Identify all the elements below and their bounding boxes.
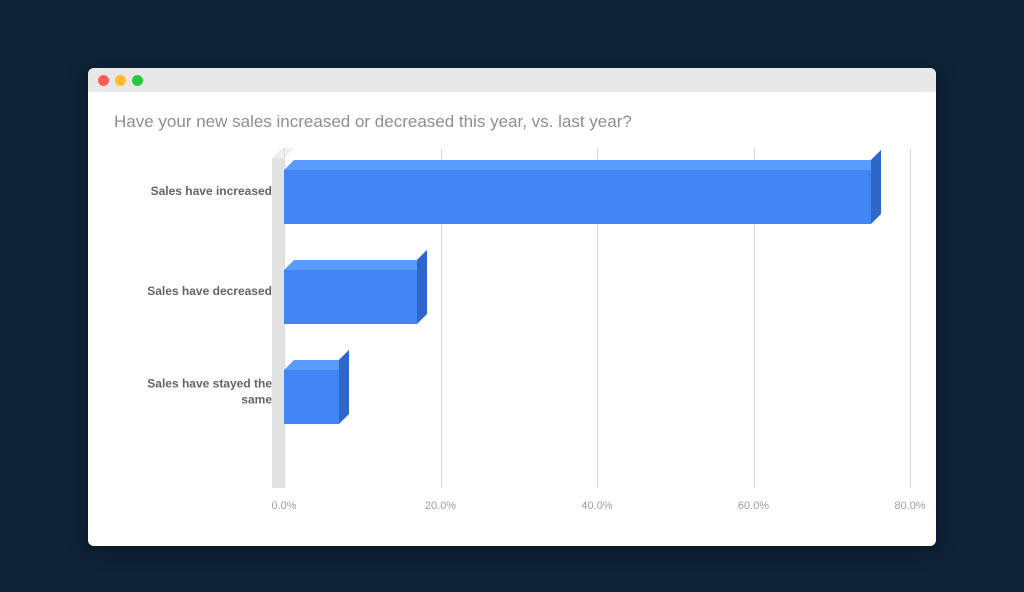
bar-top-face [284, 260, 427, 270]
chart-area: 0.0%20.0%40.0%60.0%80.0%Sales have incre… [114, 148, 910, 528]
bar-face [284, 270, 417, 324]
bar-side-face [871, 150, 881, 224]
minimize-icon[interactable] [115, 75, 126, 86]
chart-title: Have your new sales increased or decreas… [114, 112, 910, 132]
gridline [910, 148, 911, 488]
close-icon[interactable] [98, 75, 109, 86]
x-tick-label: 0.0% [271, 500, 296, 512]
y-category-label: Sales have decreased [114, 284, 284, 300]
x-tick-label: 60.0% [738, 500, 769, 512]
bar-face [284, 370, 339, 424]
x-tick-label: 40.0% [581, 500, 612, 512]
x-tick-label: 20.0% [425, 500, 456, 512]
y-category-label: Sales have stayed the same [114, 376, 284, 407]
chart-plot: 0.0%20.0%40.0%60.0%80.0%Sales have incre… [284, 148, 910, 488]
bar-top-face [284, 160, 881, 170]
bar-side-face [417, 250, 427, 324]
app-window: Have your new sales increased or decreas… [88, 68, 936, 546]
x-tick-label: 80.0% [894, 500, 925, 512]
bar-face [284, 170, 871, 224]
window-titlebar [88, 68, 936, 92]
window-content: Have your new sales increased or decreas… [88, 92, 936, 538]
bar-side-face [339, 350, 349, 424]
zoom-icon[interactable] [132, 75, 143, 86]
y-category-label: Sales have increased [114, 184, 284, 200]
